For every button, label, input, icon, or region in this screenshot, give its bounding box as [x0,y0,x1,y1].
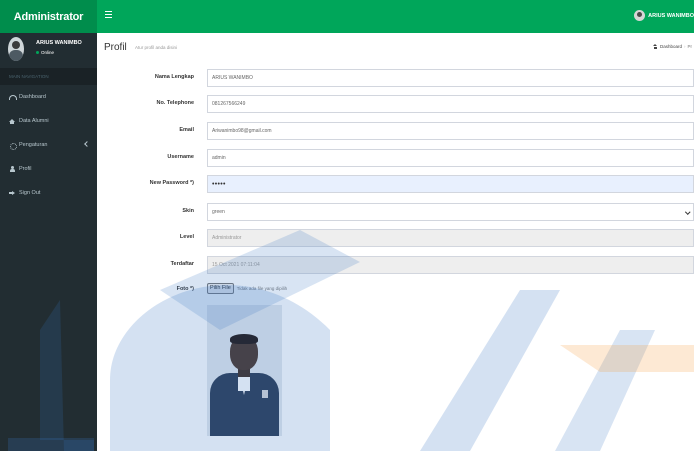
foto-file-input[interactable]: Pilih File Tidak ada file yang dipilih [207,283,287,294]
telephone-input[interactable]: 081267566249 [207,95,694,113]
nama-lengkap-label: Nama Lengkap [154,74,194,80]
telephone-label: No. Telephone [156,100,194,106]
terdaftar-input: 15 Oct 2021 07:11:04 [207,256,694,274]
form-row-foto: Foto *) Pilih File Tidak ada file yang d… [97,281,694,299]
breadcrumb-home-link[interactable]: Dashboard [660,44,682,49]
form-row-email: Email Ariwanimbo98@gmail.com [97,122,694,140]
skin-label: Skin [182,208,194,214]
username-label: Username [167,154,194,160]
sign-out-icon [9,190,15,196]
breadcrumb: Dashboard › Pr [652,44,693,49]
sidebar-item-sign-out[interactable]: Sign Out [0,181,97,205]
menu-toggle-icon[interactable] [105,11,112,18]
page-subtitle: Atur profil anda disini [135,45,178,50]
nav-header: MAIN NAVIGATION [0,68,97,85]
sidebar-item-pengaturan[interactable]: Pengaturan [0,133,97,157]
sidebar-item-label: Dashboard [19,94,46,100]
form-row-level: Level Administrator [97,229,694,247]
sidebar-item-profil[interactable]: Profil [0,157,97,181]
sidebar-item-label: Profil [19,166,32,172]
nama-lengkap-input[interactable]: ARIUS WANIMBO [207,69,694,87]
form-row-terdaftar: Terdaftar 15 Oct 2021 07:11:04 [97,256,694,274]
home-icon [652,44,658,49]
email-input[interactable]: Ariwanimbo98@gmail.com [207,122,694,140]
level-label: Level [179,234,194,240]
choose-file-button[interactable]: Pilih File [207,283,234,294]
main-content: Profil Atur profil anda disini Dashboard… [97,33,694,451]
sidebar-item-data-alumni[interactable]: Data Alumni [0,109,97,133]
user-panel: ARIUS WANIMBO Online [0,33,97,68]
gears-icon [9,142,17,150]
page-title: Profil [104,42,127,53]
skin-select-value: green [212,209,225,215]
form-row-username: Username admin [97,149,694,167]
form-row-skin: Skin green [97,203,694,221]
chevron-down-icon [684,209,690,215]
form-row-nama-lengkap: Nama Lengkap ARIUS WANIMBO [97,69,694,87]
user-status-label: Online [41,50,55,55]
sidebar-item-label: Data Alumni [19,118,49,124]
user-icon [9,166,15,172]
graduation-cap-icon [9,118,15,124]
avatar [8,37,24,61]
sidebar-item-dashboard[interactable]: Dashboard [0,85,97,109]
password-label: New Password *) [149,180,194,186]
chevron-left-icon [84,141,90,147]
terdaftar-label: Terdaftar [170,261,194,267]
email-label: Email [179,127,194,133]
profile-photo [207,305,282,436]
user-menu[interactable]: ARIUS WANIMBO [634,10,694,21]
user-status: Online [36,50,54,55]
dashboard-icon [9,94,17,100]
sidebar-item-label: Sign Out [19,190,41,196]
app-logo[interactable]: Administrator [0,0,97,33]
username-input[interactable]: admin [207,149,694,167]
password-input[interactable]: ••••• [207,175,694,193]
breadcrumb-current: Pr [687,44,693,49]
file-status-text: Tidak ada file yang dipilih [236,286,288,291]
sidebar-item-label: Pengaturan [19,142,48,148]
sidebar-user-name: ARIUS WANIMBO [36,40,82,46]
user-menu-name: ARIUS WANIMBO [648,12,694,19]
top-navbar: ARIUS WANIMBO [97,0,694,33]
breadcrumb-separator: › [684,44,686,49]
form-row-telephone: No. Telephone 081267566249 [97,95,694,113]
sidebar: ARIUS WANIMBO Online MAIN NAVIGATION Das… [0,33,97,451]
online-status-icon [36,51,39,54]
level-input: Administrator [207,229,694,247]
skin-select[interactable]: green [207,203,694,221]
foto-label: Foto *) [176,286,194,292]
form-row-password: New Password *) ••••• [97,175,694,193]
user-avatar-icon [634,10,646,21]
